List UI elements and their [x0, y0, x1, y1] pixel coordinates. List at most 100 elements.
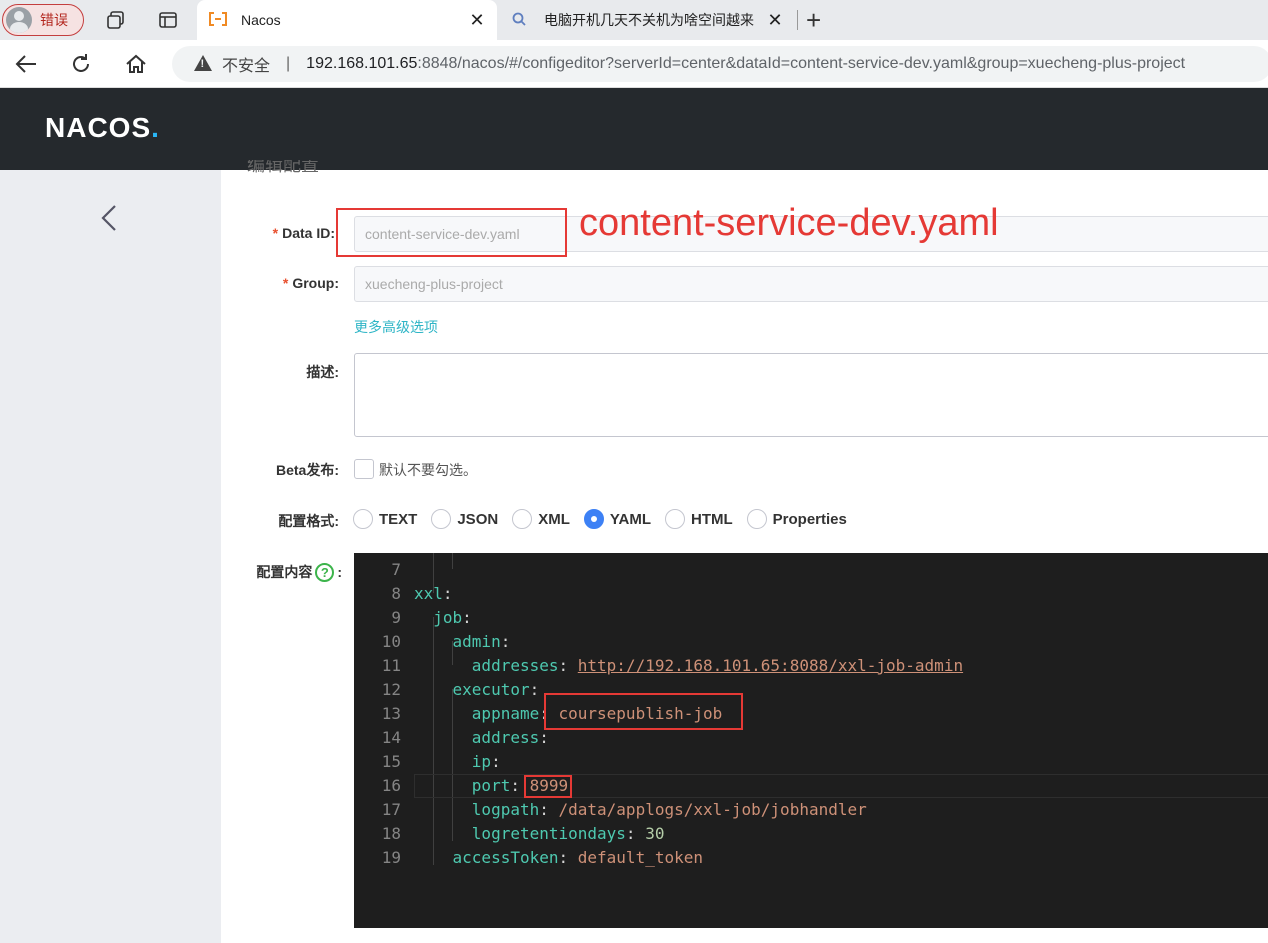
home-icon[interactable]: [122, 50, 150, 78]
radio-xml[interactable]: XML: [512, 509, 570, 529]
code-line: 13 appname: coursepublish-job: [354, 702, 1268, 726]
radio-label: JSON: [457, 510, 499, 528]
close-tab-icon[interactable]: ✕: [765, 10, 785, 31]
page-title: 编辑配置: [247, 160, 319, 175]
radio-text[interactable]: TEXT: [353, 509, 417, 529]
avatar: [6, 7, 32, 33]
search-icon: [512, 12, 532, 29]
line-number: 9: [391, 608, 401, 627]
code-line: 18 logretentiondays: 30: [354, 822, 1268, 846]
line-number: 12: [381, 680, 401, 699]
browser-toolbar: 不安全 | 192.168.101.65:8848/nacos/#/config…: [0, 40, 1268, 88]
nacos-logo[interactable]: NACOS.: [45, 112, 160, 144]
radio-label: HTML: [691, 510, 733, 528]
beta-checkbox[interactable]: [354, 459, 374, 479]
radio-json[interactable]: JSON: [431, 509, 498, 529]
address-bar[interactable]: 不安全 | 192.168.101.65:8848/nacos/#/config…: [172, 46, 1268, 82]
sidebar: [0, 170, 221, 943]
radio-circle: [746, 509, 767, 529]
refresh-icon[interactable]: [67, 50, 95, 78]
app-header: NACOS.: [0, 88, 1268, 170]
group-input[interactable]: xuecheng-plus-project: [354, 266, 1268, 302]
code-text: accessToken: default_token: [452, 848, 703, 867]
line-number: 11: [381, 656, 401, 675]
code-line: 12 executor:: [354, 678, 1268, 702]
insecure-label: 不安全: [222, 58, 271, 75]
profile-button[interactable]: 错误: [2, 4, 84, 36]
code-line: 16 port: 8999: [354, 774, 1268, 798]
code-text: logpath: /data/applogs/xxl-job/jobhandle…: [471, 800, 867, 819]
tab-nacos[interactable]: Nacos ✕: [197, 0, 497, 40]
beta-hint: 默认不要勾选。: [379, 462, 477, 478]
line-number: 14: [381, 728, 401, 747]
line-number: 17: [381, 800, 401, 819]
logo-dot: .: [151, 112, 160, 143]
code-line: 14 address:: [354, 726, 1268, 750]
tab-actions-icon[interactable]: [156, 8, 180, 32]
tab-title: 电脑开机几天不关机为啥空间越来: [544, 12, 754, 28]
code-text: addresses: http://192.168.101.65:8088/xx…: [471, 656, 964, 675]
radio-properties[interactable]: Properties: [746, 509, 847, 529]
code-text: logretentiondays: 30: [471, 824, 665, 843]
annotation-box-data-id: [336, 208, 567, 257]
code-line: 11 addresses: http://192.168.101.65:8088…: [354, 654, 1268, 678]
group-label: * Group:: [282, 275, 339, 291]
radio-circle: [512, 509, 533, 529]
radio-circle: [353, 509, 373, 529]
annotation-text: content-service-dev.yaml: [579, 202, 999, 244]
radio-label: Properties: [772, 510, 847, 528]
radio-label: YAML: [609, 510, 651, 528]
code-line: 17 logpath: /data/applogs/xxl-job/jobhan…: [354, 798, 1268, 822]
code-editor[interactable]: 7 8 xxl: 9 job: 10 admin: 11 addresses: http:…: [354, 553, 1268, 928]
line-number: 18: [381, 824, 401, 843]
description-textarea[interactable]: [354, 353, 1268, 437]
url-host: 192.168.101.65: [306, 55, 418, 72]
url-divider: |: [286, 55, 291, 72]
code-line: 10 admin:: [354, 630, 1268, 654]
radio-label: TEXT: [379, 510, 418, 528]
annotation-box-port: [524, 775, 572, 798]
code-text: admin:: [452, 632, 511, 651]
url-path: :8848/nacos/#/configeditor?serverId=cent…: [417, 55, 1186, 72]
code-text: ip:: [471, 752, 501, 771]
code-text: executor:: [452, 680, 540, 699]
radio-circle: [665, 509, 685, 529]
tab-title: Nacos: [241, 12, 281, 28]
code-text: address:: [471, 728, 549, 747]
code-text: job:: [433, 608, 472, 627]
code-line: 19 accessToken: default_token: [354, 846, 1268, 870]
line-number: 15: [381, 752, 401, 771]
profile-error-label: 错误: [40, 12, 68, 28]
advanced-options-link[interactable]: 更多高级选项: [354, 317, 438, 337]
browser-tab-strip: 错误 Nacos ✕ 电脑开机几天不关机为啥空间越来 ✕ +: [0, 0, 1268, 40]
code-text: xxl:: [414, 584, 453, 603]
new-tab-icon[interactable]: +: [806, 6, 821, 34]
workspaces-icon[interactable]: [104, 8, 128, 32]
line-number: 10: [381, 632, 401, 651]
line-number: 19: [381, 848, 401, 867]
nacos-favicon-icon: [209, 11, 229, 29]
format-radio-group: TEXT JSON XML YAML HTML Properties: [353, 509, 861, 529]
code-line: 15 ip:: [354, 750, 1268, 774]
format-label: 配置格式:: [278, 513, 339, 529]
radio-html[interactable]: HTML: [665, 509, 733, 529]
radio-circle: [583, 509, 604, 529]
data-id-label: * Data ID:: [272, 225, 335, 241]
line-number: 13: [381, 704, 401, 723]
tab-search[interactable]: 电脑开机几天不关机为啥空间越来 ✕: [500, 0, 795, 40]
code-line: 8 xxl:: [354, 582, 1268, 606]
line-number: 16: [381, 776, 401, 795]
close-tab-icon[interactable]: ✕: [467, 10, 487, 31]
help-icon[interactable]: ?: [315, 563, 335, 582]
radio-yaml[interactable]: YAML: [583, 509, 651, 529]
line-number: 8: [391, 584, 401, 603]
description-label: 描述:: [306, 364, 339, 380]
content-label: 配置内容?:: [256, 563, 342, 582]
code-line: 9 job:: [354, 606, 1268, 630]
tab-separator: [797, 10, 798, 30]
beta-label: Beta发布:: [275, 462, 339, 478]
code-line: 7: [354, 558, 1268, 582]
collapse-chevron-left-icon[interactable]: [98, 203, 120, 233]
back-arrow-icon[interactable]: [12, 50, 40, 78]
warning-icon: [194, 55, 212, 73]
